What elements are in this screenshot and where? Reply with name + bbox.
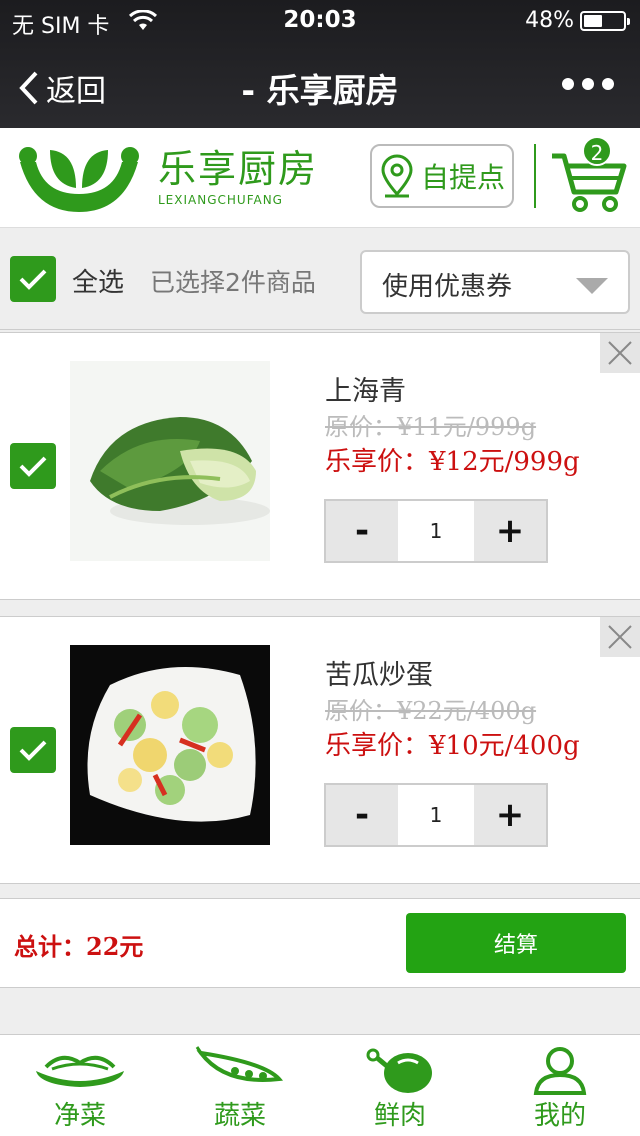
cart-count-badge: 2	[582, 136, 612, 166]
checkmark-icon	[19, 456, 47, 477]
battery-percent: 48%	[525, 8, 574, 33]
more-dot-icon	[562, 78, 574, 90]
nav-bar: 返回 - 乐享厨房	[0, 44, 640, 128]
select-all-checkbox[interactable]	[10, 256, 56, 302]
cart-item: 上海青 原价：¥11元/999g 乐享价：¥12元/999g - 1 +	[0, 332, 640, 600]
more-dot-icon	[602, 78, 614, 90]
remove-item-button[interactable]	[600, 617, 640, 657]
tab-label: 净菜	[53, 1101, 106, 1131]
noodle-bowl-icon	[36, 1055, 124, 1087]
more-button[interactable]	[562, 78, 614, 90]
tab-label: 鲜肉	[373, 1101, 426, 1131]
coupon-select[interactable]: 使用优惠券	[360, 250, 630, 314]
logo-leaf-icon	[19, 147, 139, 212]
select-all-label: 全选	[72, 268, 125, 298]
top-bar: 无 SIM 卡 20:03 48% 返回 - 乐享厨房	[0, 0, 640, 128]
battery-indicator: 48%	[525, 8, 630, 33]
store-header: 乐享厨房 LEXIANGCHUFANG 自提点	[0, 128, 640, 228]
selected-count: 已选择2件商品	[150, 268, 316, 297]
checkmark-icon	[19, 740, 47, 761]
location-pin-icon	[381, 154, 413, 198]
tab-bar: 净菜 蔬菜 鲜肉 我的	[0, 1034, 640, 1136]
decrease-button[interactable]: -	[326, 501, 398, 561]
quantity-value[interactable]: 1	[398, 785, 474, 845]
tab-vegetables[interactable]: 蔬菜	[160, 1035, 320, 1136]
total-amount: 总计：22元	[14, 932, 144, 961]
item-name: 苦瓜炒蛋	[325, 660, 433, 691]
status-bar: 无 SIM 卡 20:03 48%	[0, 0, 640, 40]
product-image-bok-choy	[70, 361, 270, 561]
quantity-stepper: - 1 +	[324, 783, 548, 847]
item-original-price: 原价：¥11元/999g	[325, 413, 537, 441]
pickup-point-button[interactable]: 自提点	[370, 144, 514, 208]
item-name: 上海青	[325, 376, 406, 407]
battery-icon	[580, 10, 630, 31]
item-checkbox[interactable]	[10, 727, 56, 773]
product-image-bitter-melon-eggs	[70, 645, 270, 845]
item-original-price: 原价：¥22元/400g	[325, 697, 537, 725]
increase-button[interactable]: +	[474, 501, 546, 561]
logo-title: 乐享厨房	[158, 147, 319, 191]
quantity-value[interactable]: 1	[398, 501, 474, 561]
item-deal-price: 乐享价：¥10元/400g	[325, 731, 580, 761]
item-checkbox[interactable]	[10, 443, 56, 489]
total-bar: 总计：22元 结算	[0, 898, 640, 988]
tab-my-account[interactable]: 我的	[480, 1035, 640, 1136]
checkmark-icon	[19, 269, 47, 290]
coupon-label: 使用优惠券	[382, 272, 513, 302]
header-divider	[534, 144, 536, 208]
tab-fresh-meat[interactable]: 鲜肉	[320, 1035, 480, 1136]
close-icon	[608, 625, 632, 649]
increase-button[interactable]: +	[474, 785, 546, 845]
quantity-stepper: - 1 +	[324, 499, 548, 563]
pickup-label: 自提点	[420, 161, 505, 194]
logo: 乐享厨房 LEXIANGCHUFANG	[14, 142, 318, 214]
meat-leg-icon	[366, 1048, 432, 1093]
decrease-button[interactable]: -	[326, 785, 398, 845]
remove-item-button[interactable]	[600, 333, 640, 373]
user-icon	[533, 1047, 587, 1095]
checkout-button[interactable]: 结算	[406, 913, 626, 973]
item-deal-price: 乐享价：¥12元/999g	[325, 447, 580, 477]
pea-pod-icon	[195, 1046, 284, 1082]
tab-label: 蔬菜	[213, 1101, 266, 1131]
logo-subtitle: LEXIANGCHUFANG	[158, 193, 283, 207]
close-icon	[608, 341, 632, 365]
select-all-bar: 全选 已选择2件商品 使用优惠券	[0, 230, 640, 330]
tab-label: 我的	[533, 1101, 586, 1131]
dropdown-arrow-icon	[576, 278, 608, 294]
tab-prepared-dishes[interactable]: 净菜	[0, 1035, 160, 1136]
page-title: - 乐享厨房	[241, 71, 399, 110]
more-dot-icon	[582, 78, 594, 90]
cart-item: 苦瓜炒蛋 原价：¥22元/400g 乐享价：¥10元/400g - 1 +	[0, 616, 640, 884]
